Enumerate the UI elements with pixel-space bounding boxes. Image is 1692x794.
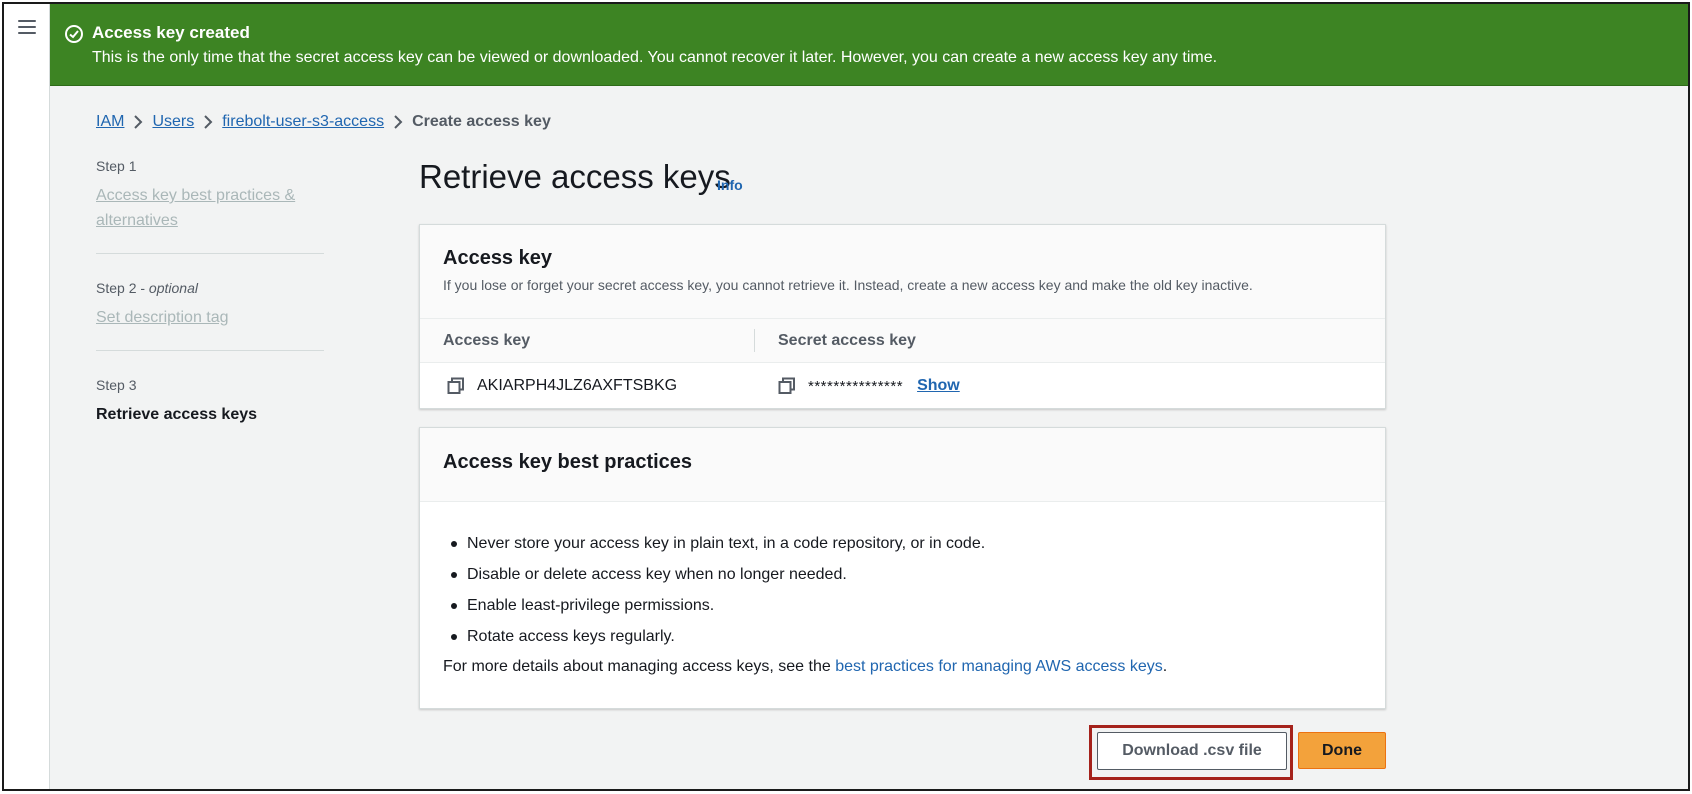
chevron-right-icon — [194, 112, 222, 132]
access-key-card: Access key If you lose or forget your se… — [419, 224, 1386, 409]
best-practices-link[interactable]: best practices for managing AWS access k… — [835, 658, 1163, 675]
best-practices-card: Access key best practices Never store yo… — [419, 427, 1386, 709]
best-practices-footnote: For more details about managing access k… — [443, 658, 1168, 675]
browser-frame: Access key created This is the only time… — [2, 2, 1690, 791]
keys-table-row: AKIARPH4JLZ6AXFTSBKG *************** Sho… — [420, 363, 1385, 409]
list-item: Disable or delete access key when no lon… — [443, 559, 1362, 590]
success-flash-banner: Access key created This is the only time… — [50, 4, 1688, 86]
chevron-right-icon — [384, 112, 412, 132]
side-navigation-rail — [4, 4, 50, 789]
wizard-step-1: Step 1 Access key best practices & alter… — [96, 158, 324, 254]
keys-table-header: Access key Secret access key — [420, 319, 1385, 363]
column-header-secret-key: Secret access key — [778, 332, 916, 349]
wizard-step-3: Step 3 Retrieve access keys — [96, 377, 324, 447]
breadcrumb-iam[interactable]: IAM — [96, 113, 124, 131]
breadcrumb: IAM Users firebolt-user-s3-access Create… — [96, 112, 551, 132]
breadcrumb-user[interactable]: firebolt-user-s3-access — [222, 113, 384, 131]
step-label: Step 3 — [96, 377, 137, 393]
info-link[interactable]: Info — [717, 177, 743, 193]
access-key-cell: AKIARPH4JLZ6AXFTSBKG — [420, 377, 755, 395]
secret-key-masked: *************** — [808, 377, 904, 395]
step-label: Step 1 — [96, 158, 137, 174]
flash-title: Access key created — [92, 23, 250, 42]
access-key-value: AKIARPH4JLZ6AXFTSBKG — [477, 377, 678, 394]
copy-icon[interactable] — [778, 377, 796, 395]
check-circle-icon — [65, 25, 83, 43]
done-button[interactable]: Done — [1298, 732, 1386, 769]
step-label: Step 2 - optional — [96, 280, 198, 296]
best-practices-list: Never store your access key in plain tex… — [420, 502, 1385, 652]
show-secret-link[interactable]: Show — [917, 377, 960, 395]
wizard-step-2: Step 2 - optional Set description tag — [96, 280, 324, 351]
chevron-right-icon — [124, 112, 152, 132]
access-key-card-description: If you lose or forget your secret access… — [443, 277, 1253, 293]
hamburger-menu-icon[interactable] — [18, 20, 36, 36]
list-item: Enable least-privilege permissions. — [443, 590, 1362, 621]
download-csv-button[interactable]: Download .csv file — [1097, 732, 1287, 770]
optional-label: optional — [148, 280, 198, 296]
wizard-steps: Step 1 Access key best practices & alter… — [96, 158, 324, 473]
step-title-active: Retrieve access keys — [96, 406, 258, 423]
flash-message: This is the only time that the secret ac… — [92, 49, 1218, 66]
best-practices-card-title: Access key best practices — [443, 451, 693, 473]
column-header-access-key: Access key — [420, 329, 755, 352]
page-title: Retrieve access keys — [419, 158, 731, 195]
step-title: Access key best practices & alternatives — [96, 187, 296, 229]
access-key-card-header: Access key If you lose or forget your se… — [420, 225, 1385, 319]
step-title: Set description tag — [96, 309, 229, 326]
secret-key-cell: *************** Show — [755, 377, 960, 395]
list-item: Never store your access key in plain tex… — [443, 528, 1362, 559]
list-item: Rotate access keys regularly. — [443, 621, 1362, 652]
best-practices-card-header: Access key best practices — [420, 428, 1385, 502]
access-key-card-title: Access key — [443, 247, 552, 269]
breadcrumb-current: Create access key — [412, 113, 551, 130]
breadcrumb-users[interactable]: Users — [152, 113, 194, 131]
copy-icon[interactable] — [447, 377, 465, 395]
